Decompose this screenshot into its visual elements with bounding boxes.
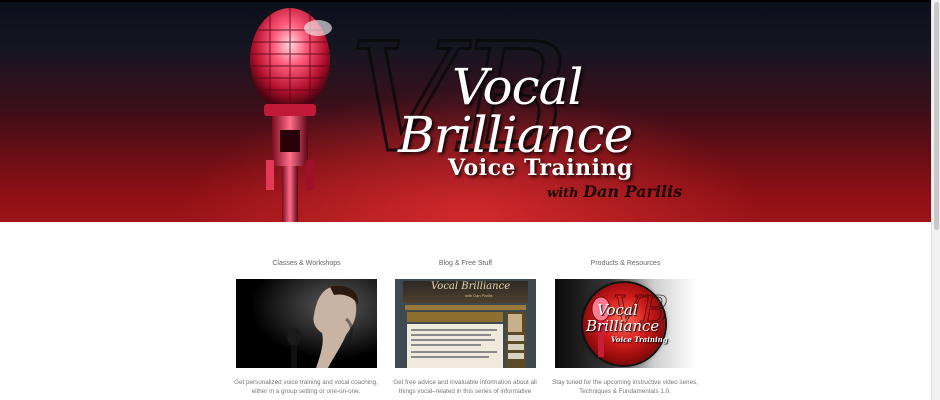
feature-products: Products & Resources VB Vocal Brilliance… (552, 258, 698, 397)
feature-image-products[interactable]: VB Vocal Brilliance Voice Training (555, 279, 696, 368)
blog-text-line (411, 339, 495, 341)
blog-post-header (407, 312, 503, 322)
feature-image-classes[interactable] (236, 279, 377, 368)
feature-text-classes: Get personalized voice training and voca… (234, 379, 378, 396)
hero-subtitle: Voice Training (448, 155, 633, 181)
medallion-line3: Voice Training (611, 335, 668, 344)
singer-image (236, 279, 377, 368)
blog-nav (405, 305, 526, 310)
blog-title: Vocal Brilliance (431, 281, 511, 292)
blog-sidebar-box (508, 335, 524, 341)
byline-prefix: with (547, 186, 579, 201)
feature-classes: Classes & Workshops Get personalized voi… (234, 258, 378, 397)
medallion-line2: Brilliance (586, 317, 660, 335)
feature-text-blog: Get free advice and invaluable informati… (393, 379, 537, 396)
hero-banner: VB Vocal Brilliance Voice Training with … (0, 0, 931, 222)
feature-blog: Blog & Free Stuff Vocal Brilliance with … (393, 258, 537, 397)
microphone-icon (250, 8, 332, 222)
blog-text-line (411, 344, 481, 346)
blog-header: Vocal Brilliance with Dan Parilis (403, 281, 528, 303)
blog-text-line (411, 334, 491, 336)
hero-byline: with Dan Parilis (547, 182, 682, 201)
byline-name: Dan Parilis (583, 182, 683, 201)
blog-avatar (508, 314, 522, 332)
scrollbar-thumb[interactable] (934, 2, 939, 230)
feature-image-blog[interactable]: Vocal Brilliance with Dan Parilis (395, 279, 536, 368)
blog-sidebar-box (508, 353, 524, 359)
feature-text-products: Stay tuned for the upcoming instructive … (552, 379, 698, 396)
feature-title-blog[interactable]: Blog & Free Stuff (395, 258, 536, 270)
page-scrollbar[interactable] (931, 0, 940, 400)
blog-text-line (411, 356, 489, 358)
blog-text-line (411, 351, 497, 353)
feature-title-products[interactable]: Products & Resources (555, 258, 696, 270)
feature-title-classes[interactable]: Classes & Workshops (236, 258, 377, 270)
blog-sidebar-box (508, 344, 524, 350)
blog-subtitle: with Dan Parilis (465, 293, 493, 298)
blog-post-body (407, 324, 503, 368)
blog-text-line (411, 329, 497, 331)
